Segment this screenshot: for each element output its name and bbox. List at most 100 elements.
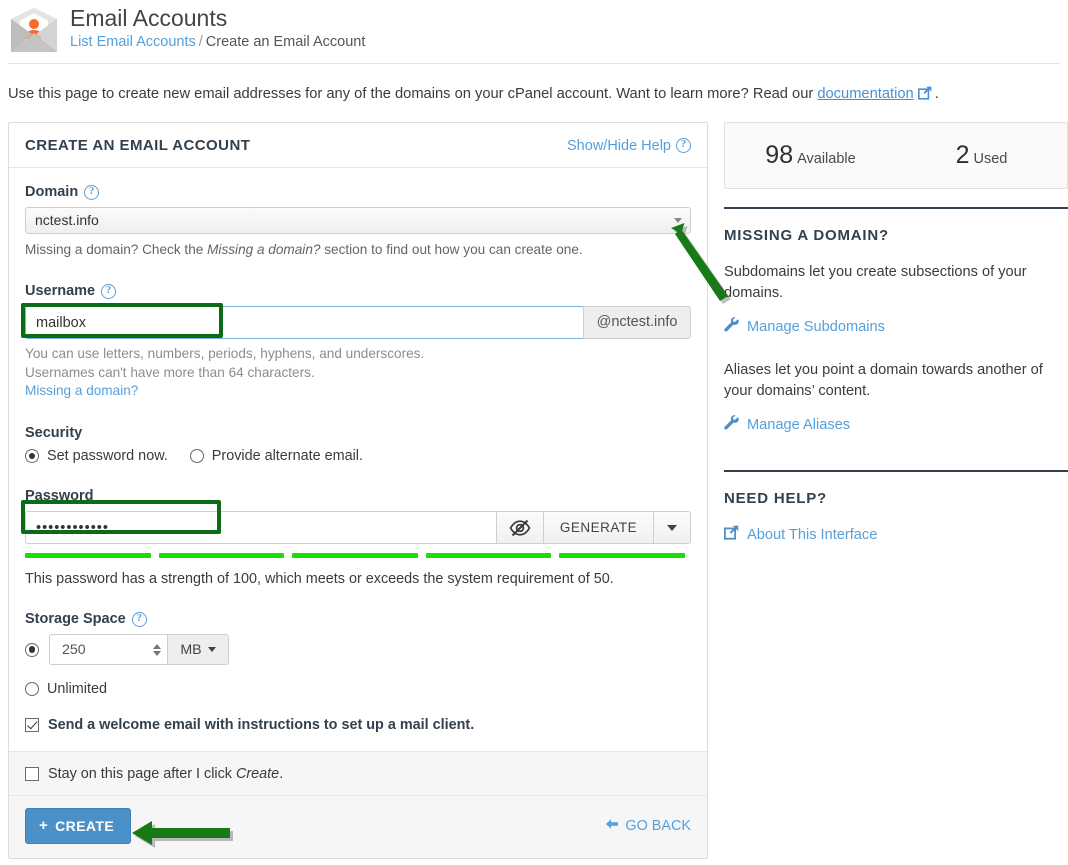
strength-segment [292, 553, 418, 558]
password-input-group: GENERATE [25, 511, 691, 544]
documentation-link[interactable]: documentation [817, 86, 913, 102]
help-question-icon[interactable]: ? [676, 138, 691, 153]
stepper-down-icon[interactable] [153, 651, 161, 656]
arrow-left-icon [605, 818, 619, 834]
username-field: Username ? @nctest.info You can use lett… [25, 283, 691, 400]
go-back-link[interactable]: GO BACK [605, 818, 691, 834]
external-link-icon [724, 525, 739, 544]
plus-icon: + [39, 819, 48, 833]
manage-subdomains-link[interactable]: Manage Subdomains [724, 317, 1068, 336]
username-input[interactable] [25, 306, 583, 339]
username-input-group: @nctest.info [25, 306, 691, 339]
missing-a-domain-link[interactable]: Missing a domain? [25, 383, 138, 398]
username-help-icon[interactable]: ? [101, 284, 116, 299]
domain-select-wrap: nctest.info [25, 207, 691, 234]
go-back-label: GO BACK [625, 818, 691, 834]
storage-unit-label: MB [180, 642, 201, 658]
stat-used-label: Used [974, 151, 1008, 167]
security-field: Security Set password now. Provide alter… [25, 425, 691, 468]
stay-on-page-checkbox[interactable] [25, 767, 39, 781]
storage-quota-group: MB [49, 634, 229, 665]
radio-alternate-email[interactable] [190, 449, 204, 463]
password-input[interactable] [25, 511, 496, 544]
domain-help-icon[interactable]: ? [84, 185, 99, 200]
stay-on-page-text-before: Stay on this page after I click [48, 766, 236, 782]
create-button[interactable]: + CREATE [25, 808, 131, 844]
welcome-email-checkbox[interactable] [25, 718, 39, 732]
stay-on-page-label: Stay on this page after I click Create. [48, 766, 283, 782]
storage-unit-dropdown[interactable]: MB [167, 634, 229, 665]
chevron-down-icon [674, 218, 682, 223]
intro-text-before: Use this page to create new email addres… [8, 86, 817, 102]
username-domain-addon: @nctest.info [583, 306, 691, 339]
missing-domain-paragraph-1: Subdomains let you create subsections of… [724, 262, 1068, 304]
storage-quota-input[interactable] [60, 641, 132, 659]
about-this-interface-label: About This Interface [747, 527, 877, 543]
create-email-account-panel: CREATE AN EMAIL ACCOUNT Show/Hide Help ?… [8, 122, 708, 859]
create-button-label: CREATE [55, 818, 114, 834]
missing-domain-paragraph-2: Aliases let you point a domain towards a… [724, 360, 1068, 402]
domain-label: Domain [25, 184, 78, 200]
strength-segment [159, 553, 285, 558]
radio-set-password[interactable] [25, 449, 39, 463]
about-this-interface-link[interactable]: About This Interface [724, 525, 1068, 544]
domain-hint: Missing a domain? Check the Missing a do… [25, 240, 691, 259]
stat-available: 98Available [725, 141, 896, 170]
stat-used-number: 2 [956, 141, 970, 169]
account-stats-card: 98Available 2Used [724, 122, 1068, 189]
username-hint-line1: You can use letters, numbers, periods, h… [25, 344, 691, 363]
manage-subdomains-label: Manage Subdomains [747, 319, 885, 335]
wrench-icon [724, 415, 739, 434]
storage-field: Storage Space ? [25, 611, 691, 697]
stepper-up-icon[interactable] [153, 644, 161, 649]
breadcrumb-link-list-email-accounts[interactable]: List Email Accounts [70, 34, 196, 50]
generate-password-button[interactable]: GENERATE [543, 511, 653, 544]
domain-select[interactable]: nctest.info [25, 207, 691, 234]
generate-options-dropdown[interactable] [653, 511, 691, 544]
stepper-arrows[interactable] [153, 644, 161, 656]
stay-on-page-text-italic: Create [236, 766, 279, 782]
stay-on-page-row[interactable]: Stay on this page after I click Create. [9, 752, 707, 795]
storage-help-icon[interactable]: ? [132, 612, 147, 627]
external-link-icon [918, 86, 932, 106]
chevron-down-icon [208, 647, 216, 652]
storage-quota-stepper[interactable] [49, 634, 167, 665]
show-hide-help-label: Show/Hide Help [567, 138, 671, 154]
panel-title: CREATE AN EMAIL ACCOUNT [25, 137, 250, 154]
manage-aliases-label: Manage Aliases [747, 417, 850, 433]
strength-segment [426, 553, 552, 558]
main-column: CREATE AN EMAIL ACCOUNT Show/Hide Help ?… [8, 122, 708, 859]
radio-storage-quota[interactable] [25, 643, 39, 657]
domain-hint-italic: Missing a domain? [207, 242, 320, 257]
missing-domain-section: MISSING A DOMAIN? Subdomains let you cre… [724, 207, 1068, 434]
welcome-email-label: Send a welcome email with instructions t… [48, 717, 474, 733]
username-label-row: Username ? [25, 283, 691, 299]
need-help-title: NEED HELP? [724, 490, 1068, 507]
radio-storage-unlimited[interactable] [25, 682, 39, 696]
storage-unlimited-row[interactable]: Unlimited [25, 681, 691, 697]
domain-hint-before: Missing a domain? Check the [25, 242, 207, 257]
welcome-email-row[interactable]: Send a welcome email with instructions t… [25, 717, 691, 733]
radio-alternate-email-label: Provide alternate email. [212, 448, 363, 464]
domain-hint-after: section to find out how you can create o… [320, 242, 582, 257]
password-field: Password GENERATE [25, 488, 691, 589]
security-label: Security [25, 425, 691, 441]
need-help-section: NEED HELP? About This Interface [724, 470, 1068, 544]
storage-label: Storage Space [25, 611, 126, 627]
content-columns: CREATE AN EMAIL ACCOUNT Show/Hide Help ?… [0, 122, 1068, 859]
security-option-set-password[interactable]: Set password now. [25, 448, 168, 464]
footer-actions: + CREATE GO BACK [9, 795, 707, 858]
security-option-alternate-email[interactable]: Provide alternate email. [190, 448, 363, 464]
password-label: Password [25, 488, 691, 504]
show-hide-help-toggle[interactable]: Show/Hide Help ? [567, 138, 691, 154]
stat-used: 2Used [896, 141, 1067, 170]
domain-label-row: Domain ? [25, 184, 691, 200]
wrench-icon [724, 317, 739, 336]
eye-slash-icon[interactable] [496, 511, 543, 544]
stat-available-number: 98 [765, 141, 793, 169]
panel-footer: Stay on this page after I click Create. … [9, 751, 707, 858]
page-root: Email Accounts List Email Accounts/Creat… [0, 0, 1068, 865]
manage-aliases-link[interactable]: Manage Aliases [724, 415, 1068, 434]
email-account-envelope-icon [8, 7, 60, 55]
chevron-down-icon [667, 525, 677, 531]
